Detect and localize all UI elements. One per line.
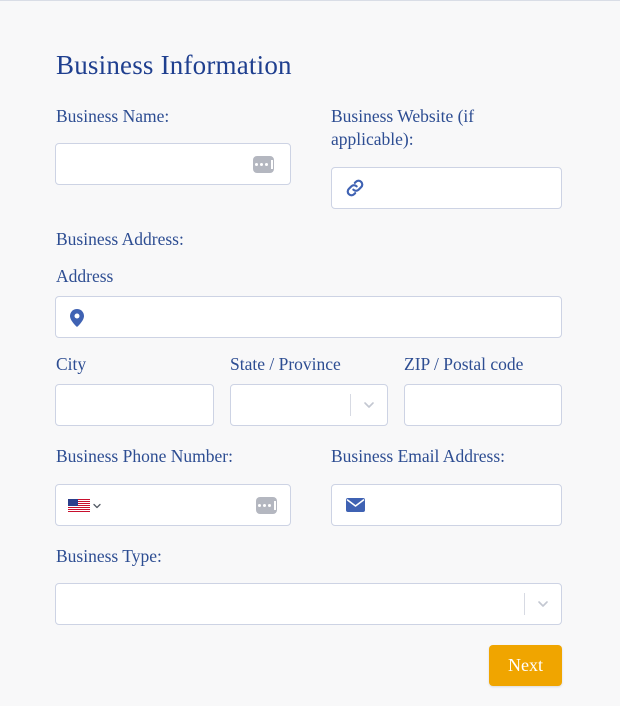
- state-select[interactable]: [230, 384, 388, 426]
- zip-input[interactable]: [404, 384, 562, 426]
- state-label: State / Province: [230, 354, 341, 374]
- password-manager-icon[interactable]: [256, 497, 277, 514]
- phone-label: Business Phone Number:: [56, 446, 233, 466]
- zip-label: ZIP / Postal code: [404, 354, 524, 374]
- city-input[interactable]: [55, 384, 214, 426]
- chevron-down-icon: [93, 503, 101, 509]
- link-icon: [346, 179, 364, 197]
- address-label: Address: [56, 266, 114, 286]
- select-separator: [350, 394, 351, 416]
- business-type-select[interactable]: [55, 583, 562, 625]
- business-address-label: Business Address:: [56, 229, 184, 249]
- business-type-label: Business Type:: [56, 546, 162, 566]
- city-label: City: [56, 354, 87, 374]
- address-input[interactable]: [55, 296, 562, 338]
- business-website-label: Business Website (if applicable):: [331, 106, 475, 149]
- email-input[interactable]: [331, 484, 562, 526]
- envelope-icon: [346, 498, 365, 512]
- chevron-down-icon[interactable]: [536, 597, 550, 611]
- next-button[interactable]: Next: [489, 645, 562, 686]
- chevron-down-icon[interactable]: [362, 398, 376, 412]
- business-name-input[interactable]: [55, 143, 291, 185]
- business-name-label: Business Name:: [56, 106, 170, 126]
- password-manager-icon[interactable]: [253, 156, 274, 173]
- phone-input[interactable]: [55, 484, 291, 526]
- business-website-input[interactable]: [331, 167, 562, 209]
- us-flag-icon: [68, 499, 90, 512]
- email-label: Business Email Address:: [331, 446, 506, 466]
- page-title: Business Information: [56, 50, 292, 80]
- country-selector[interactable]: [68, 499, 104, 513]
- map-pin-icon: [70, 309, 84, 327]
- select-separator: [524, 593, 525, 615]
- top-divider: [0, 0, 620, 1]
